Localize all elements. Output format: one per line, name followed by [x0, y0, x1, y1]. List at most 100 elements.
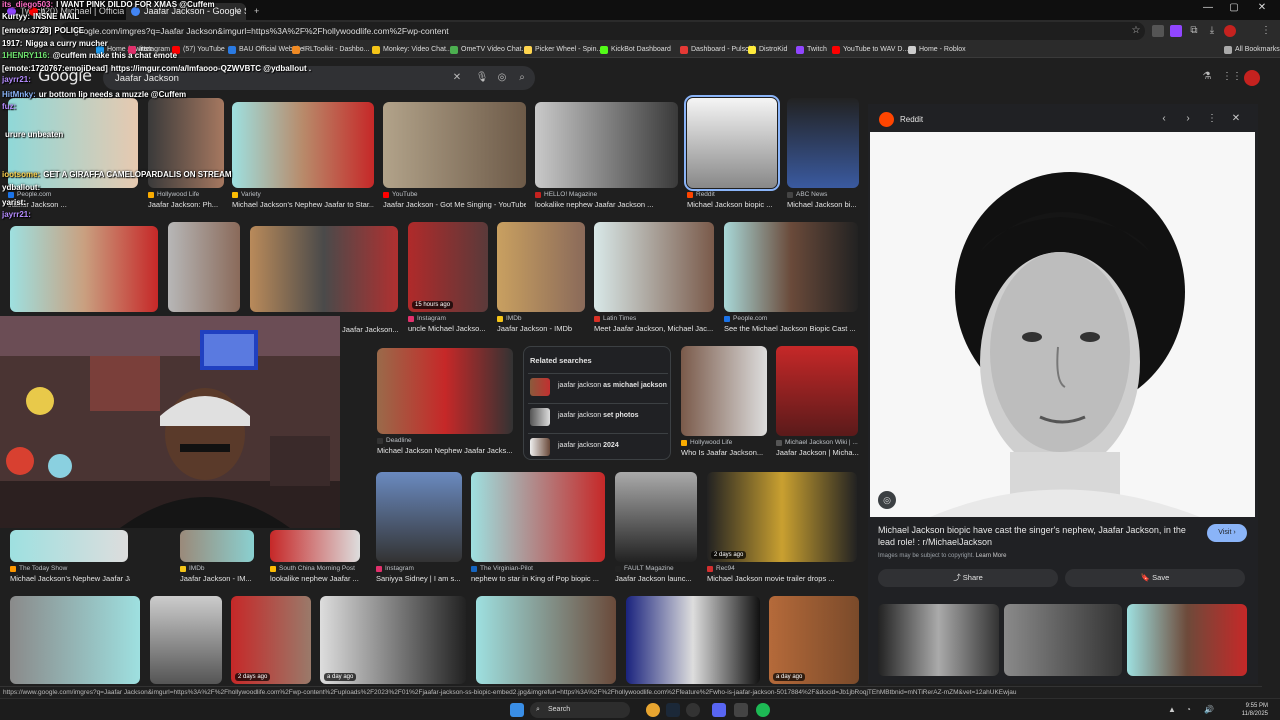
- discord-icon[interactable]: [712, 703, 726, 717]
- bookmark-item[interactable]: Picker Wheel - Spin...: [524, 44, 602, 56]
- result-source[interactable]: Hollywood Life: [681, 439, 771, 446]
- related-image[interactable]: [878, 604, 999, 676]
- lens-icon[interactable]: ◎: [495, 71, 509, 85]
- bookmark-item[interactable]: OmeTV Video Chat...: [450, 44, 527, 56]
- result-source[interactable]: Instagram: [408, 315, 498, 322]
- result-source[interactable]: The Virginian-Pilot: [471, 565, 605, 572]
- result-caption[interactable]: Michael Jackson Nephew Jaafar Jacks...: [377, 446, 513, 455]
- avatar[interactable]: [1244, 70, 1260, 86]
- image-result[interactable]: [10, 226, 158, 312]
- close-window-icon[interactable]: ✕: [1252, 2, 1272, 13]
- result-caption[interactable]: Jaafar Jackson - Got Me Singing - YouTub…: [383, 200, 526, 209]
- image-result[interactable]: [250, 226, 398, 312]
- related-image[interactable]: [1127, 604, 1247, 676]
- result-source[interactable]: FAULT Magazine: [615, 565, 705, 572]
- image-result[interactable]: [787, 98, 859, 188]
- image-result[interactable]: [724, 222, 858, 312]
- result-source[interactable]: YouTube: [383, 191, 526, 198]
- puzzle-icon[interactable]: ⧉: [1188, 25, 1200, 37]
- image-result[interactable]: [684, 95, 780, 191]
- related-item[interactable]: jaafar jackson 2024: [528, 433, 668, 459]
- chrome-icon[interactable]: [646, 703, 660, 717]
- volume-icon[interactable]: 🔊: [1204, 703, 1218, 717]
- image-result[interactable]: [377, 348, 513, 434]
- learn-more-link[interactable]: Learn More: [976, 553, 1007, 559]
- lens-search-icon[interactable]: ◎: [878, 491, 896, 509]
- result-source[interactable]: IMDb: [180, 565, 270, 572]
- microphone-icon[interactable]: 🎙: [475, 71, 489, 85]
- labs-icon[interactable]: ⚗: [1200, 70, 1214, 84]
- image-result[interactable]: [535, 102, 678, 188]
- image-result[interactable]: [10, 530, 128, 562]
- all-bookmarks-button[interactable]: All Bookmarks: [1224, 44, 1280, 56]
- result-source[interactable]: Latin Times: [594, 315, 714, 322]
- image-result[interactable]: [626, 596, 760, 684]
- result-caption[interactable]: Michael Jackson movie trailer drops ...: [707, 574, 857, 583]
- apps-grid-icon[interactable]: ⋮⋮: [1222, 70, 1242, 84]
- image-result[interactable]: 2 days ago: [231, 596, 311, 684]
- save-button[interactable]: 🔖 Save: [1065, 569, 1245, 587]
- image-result[interactable]: 15 hours ago: [408, 222, 488, 312]
- result-source[interactable]: HELLO! Magazine: [535, 191, 678, 198]
- share-button[interactable]: ⤴ Share: [878, 569, 1058, 587]
- result-source[interactable]: The Today Show: [10, 565, 128, 572]
- image-result[interactable]: [150, 596, 222, 684]
- image-result[interactable]: [270, 530, 360, 562]
- image-result[interactable]: [471, 472, 605, 562]
- image-result[interactable]: [168, 222, 240, 312]
- image-result[interactable]: [594, 222, 714, 312]
- download-icon[interactable]: ⤓: [1206, 25, 1218, 37]
- bookmark-star-icon[interactable]: ☆: [1130, 25, 1142, 37]
- result-source[interactable]: People.com: [724, 315, 858, 322]
- related-item[interactable]: jaafar jackson as michael jackson: [528, 373, 668, 399]
- wifi-icon[interactable]: ◔: [1186, 703, 1200, 717]
- result-source[interactable]: South China Morning Post: [270, 565, 360, 572]
- previous-icon[interactable]: ‹: [1158, 113, 1170, 124]
- bookmark-item[interactable]: Twitch: [796, 44, 827, 56]
- result-source[interactable]: Deadline: [377, 437, 513, 444]
- visit-button[interactable]: Visit ›: [1207, 524, 1247, 542]
- image-result[interactable]: 2 days ago: [707, 472, 857, 562]
- spotify-icon[interactable]: [756, 703, 770, 717]
- result-caption[interactable]: nephew to star in King of Pop biopic ...: [471, 574, 605, 583]
- app-icon[interactable]: [734, 703, 748, 717]
- bookmark-item[interactable]: Home - Roblox: [908, 44, 966, 56]
- search-icon[interactable]: ⌕: [515, 71, 529, 85]
- image-result[interactable]: [615, 472, 697, 562]
- more-options-icon[interactable]: ⋮: [1206, 113, 1218, 124]
- result-caption[interactable]: See the Michael Jackson Biopic Cast ...: [724, 324, 858, 333]
- next-icon[interactable]: ›: [1182, 113, 1194, 124]
- result-caption[interactable]: lookalike nephew Jaafar Jackson ...: [535, 200, 678, 209]
- restore-icon[interactable]: ▢: [1224, 2, 1244, 13]
- result-source[interactable]: Reddit: [687, 191, 777, 198]
- image-result[interactable]: [376, 472, 462, 562]
- system-clock[interactable]: 9:55 PM 11/8/2025: [1238, 702, 1268, 718]
- windows-start-icon[interactable]: [510, 703, 524, 717]
- result-caption[interactable]: lookalike nephew Jaafar ...: [270, 574, 390, 583]
- close-icon[interactable]: ✕: [1230, 113, 1242, 124]
- image-result[interactable]: [180, 530, 254, 562]
- image-result[interactable]: [10, 596, 140, 684]
- bookmark-item[interactable]: YouTube to WAV D...: [832, 44, 908, 56]
- bookmark-item[interactable]: Monkey: Video Chat...: [372, 44, 452, 56]
- clear-icon[interactable]: ✕: [450, 71, 464, 85]
- related-image[interactable]: [1004, 604, 1122, 676]
- obs-icon[interactable]: [686, 703, 700, 717]
- result-caption[interactable]: Meet Jaafar Jackson, Michael Jac...: [594, 324, 714, 333]
- extension-icon[interactable]: [1152, 25, 1164, 37]
- result-source[interactable]: IMDb: [497, 315, 587, 322]
- preview-title[interactable]: Michael Jackson biopic have cast the sin…: [878, 524, 1198, 548]
- menu-icon[interactable]: ⋮: [1260, 25, 1272, 37]
- extension-icon[interactable]: [1170, 25, 1182, 37]
- tray-arrow-icon[interactable]: ▲: [1168, 703, 1182, 717]
- image-result[interactable]: a day ago: [769, 596, 859, 684]
- bookmark-item[interactable]: Dashboard - Pulsoid: [680, 44, 754, 56]
- image-result[interactable]: [476, 596, 616, 684]
- image-result[interactable]: [497, 222, 585, 312]
- preview-source[interactable]: Reddit: [900, 115, 923, 124]
- result-source[interactable]: Michael Jackson Wiki | ...: [776, 439, 866, 446]
- minimize-icon[interactable]: —: [1198, 2, 1218, 13]
- preview-image[interactable]: ◎: [870, 132, 1255, 517]
- result-source[interactable]: Rec94: [707, 565, 857, 572]
- steam-icon[interactable]: [666, 703, 680, 717]
